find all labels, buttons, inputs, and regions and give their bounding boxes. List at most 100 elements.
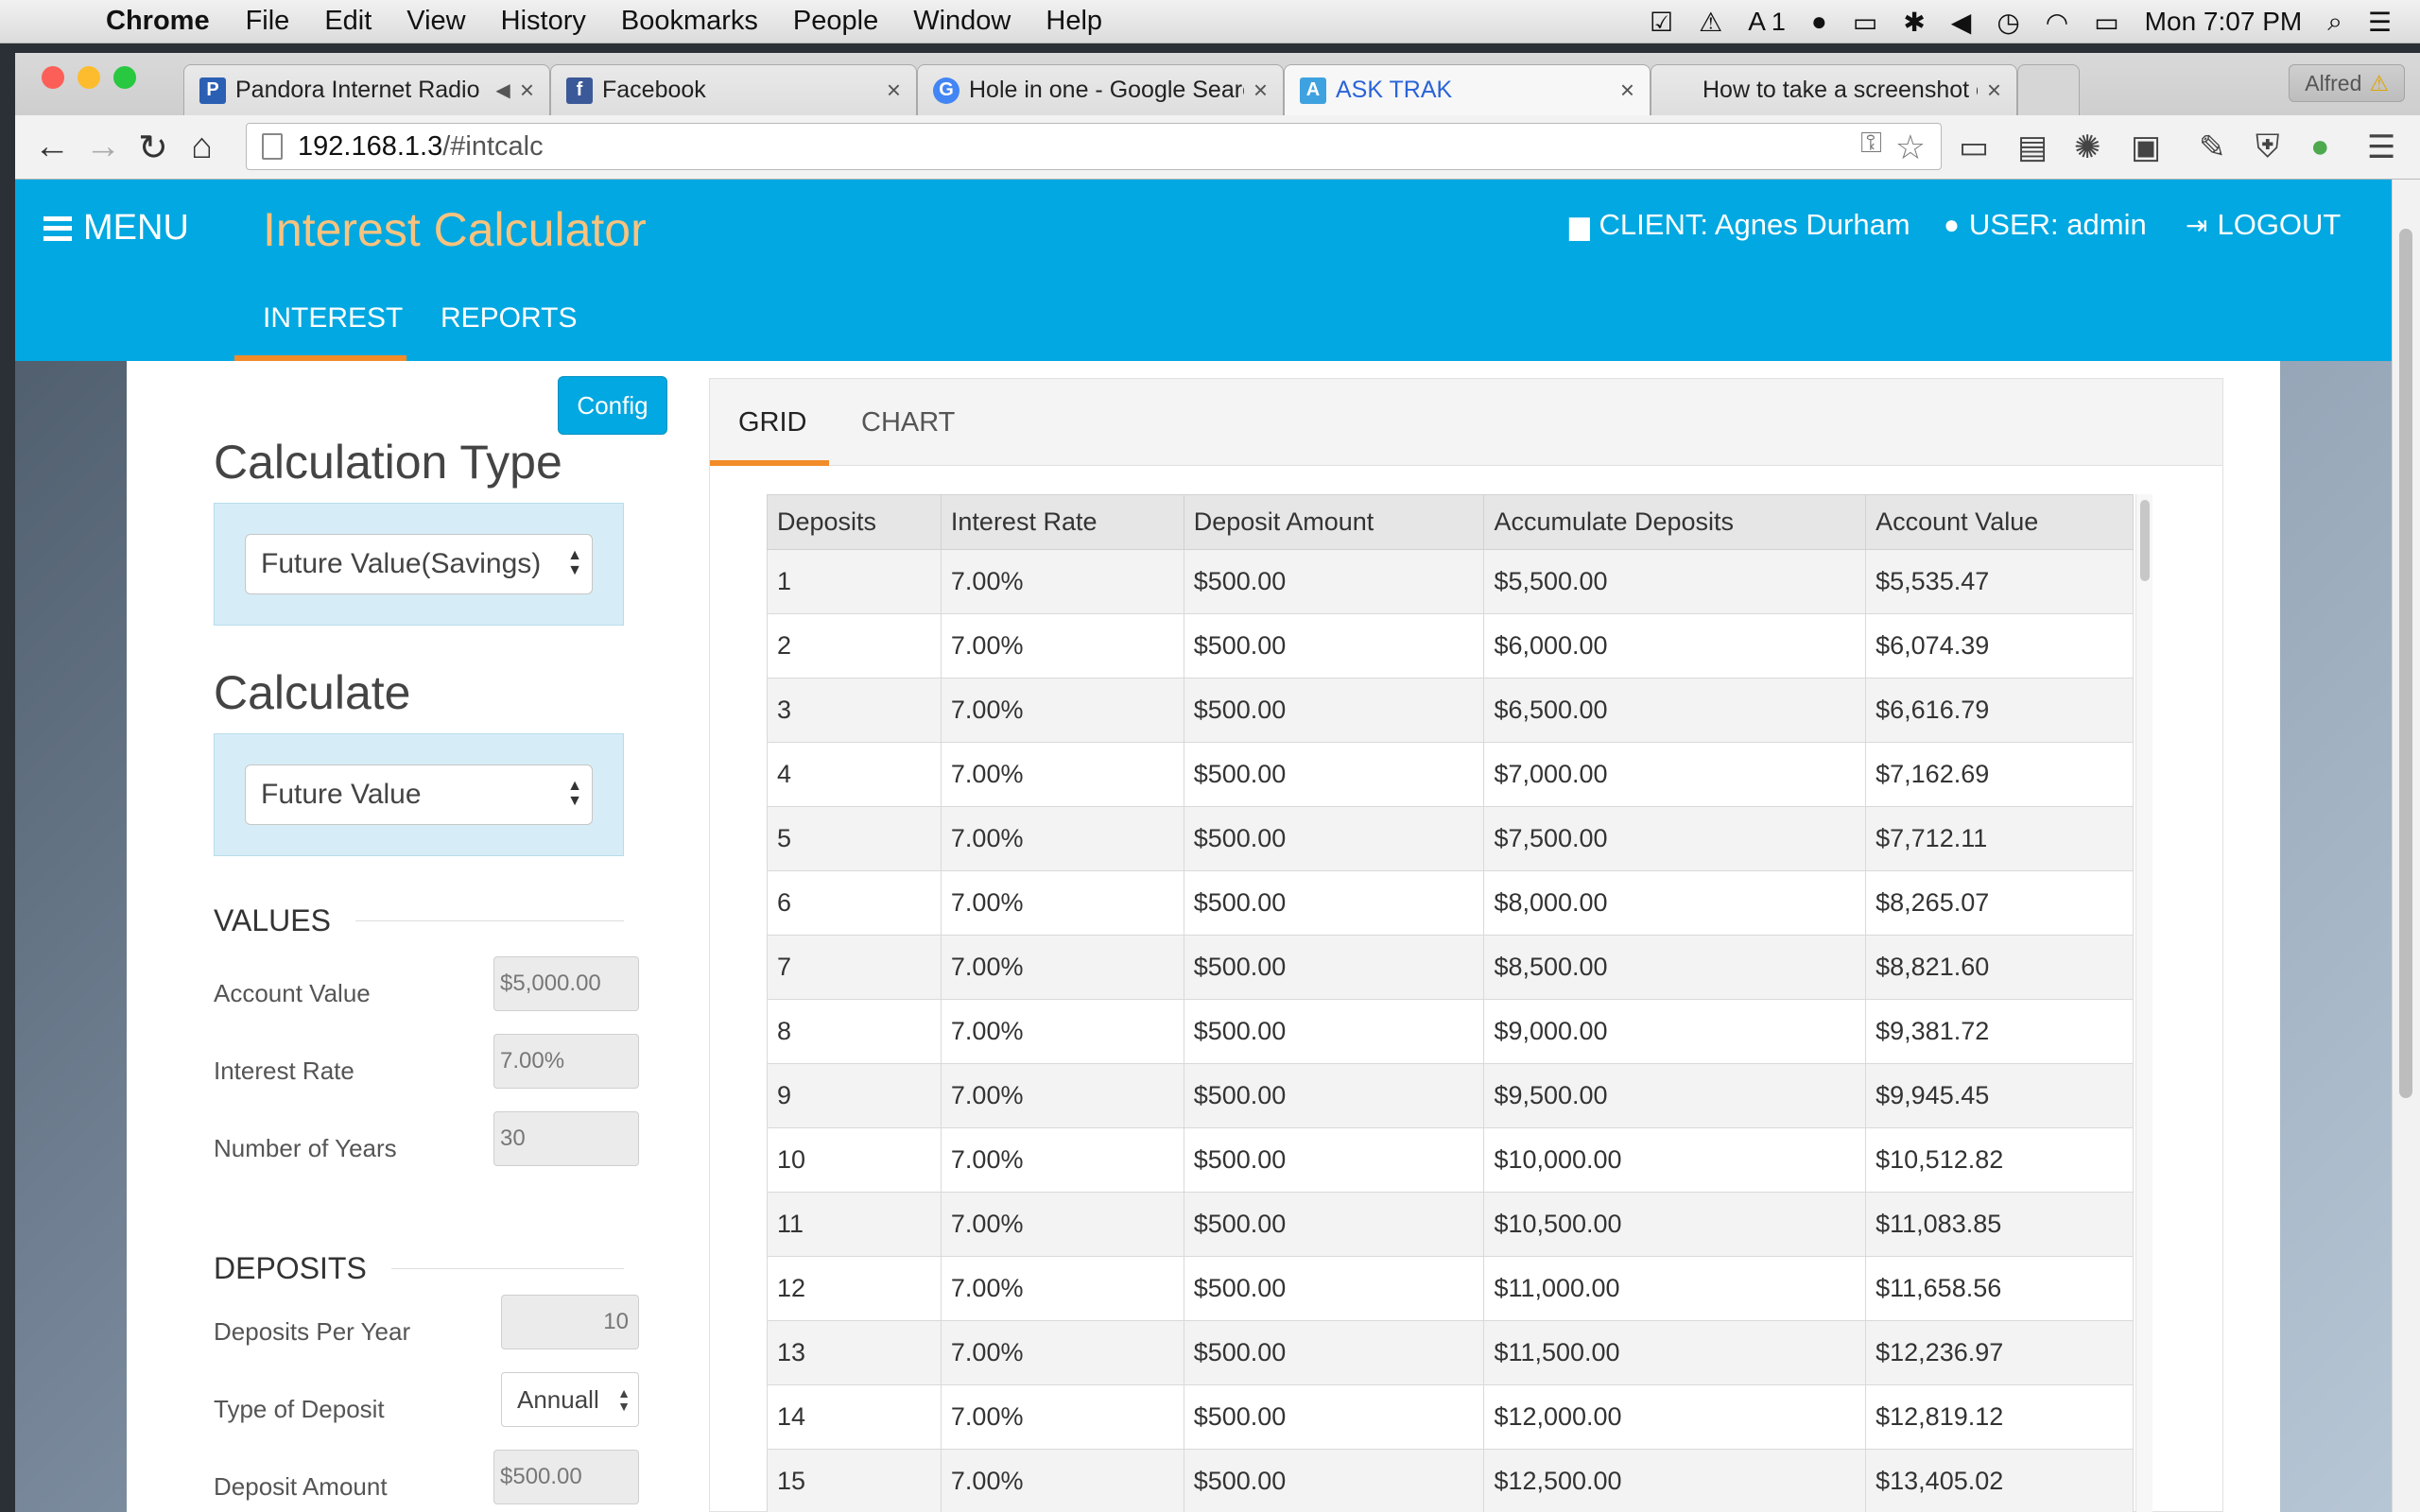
battery-icon[interactable]: ▭ (2094, 7, 2118, 38)
menubar-view[interactable]: View (406, 6, 465, 37)
calculate-select[interactable]: Future Value ▲ ▼ (245, 765, 593, 825)
table-row[interactable]: 12 7.00% $500.00 $11,000.00 $11,658.56 (767, 1256, 2134, 1321)
cast-icon[interactable]: ▭ (1959, 129, 1989, 166)
table-row[interactable]: 6 7.00% $500.00 $8,000.00 $8,265.07 (767, 870, 2134, 936)
home-icon[interactable]: ⌂ (191, 127, 213, 167)
table-row[interactable]: 14 7.00% $500.00 $12,000.00 $12,819.12 (767, 1384, 2134, 1450)
table-row[interactable]: 7 7.00% $500.00 $8,500.00 $8,821.60 (767, 935, 2134, 1000)
column-header-interest-rate[interactable]: Interest Rate (940, 494, 1184, 550)
bookmark-star-icon[interactable]: ☆ (1895, 128, 1926, 167)
grid-scrollbar-thumb[interactable] (2140, 500, 2150, 581)
table-row[interactable]: 15 7.00% $500.00 $12,500.00 $13,405.02 (767, 1449, 2134, 1512)
shield-icon[interactable]: ⛨ (2256, 129, 2280, 165)
spotlight-search-icon[interactable]: ⌕ (2327, 7, 2342, 38)
close-tab-icon[interactable]: × (1253, 76, 1268, 105)
table-row[interactable]: 4 7.00% $500.00 $7,000.00 $7,162.69 (767, 742, 2134, 807)
table-row[interactable]: 3 7.00% $500.00 $6,500.00 $6,616.79 (767, 678, 2134, 743)
extension-icon[interactable]: ▤ (2017, 129, 2048, 166)
grid-scrollbar[interactable] (2135, 494, 2152, 1512)
table-row[interactable]: 13 7.00% $500.00 $11,500.00 $12,236.97 (767, 1320, 2134, 1385)
tab-chart[interactable]: CHART (861, 407, 955, 438)
table-cell: $9,500.00 (1483, 1063, 1867, 1128)
column-header-account-value[interactable]: Account Value (1865, 494, 2134, 550)
table-row[interactable]: 9 7.00% $500.00 $9,500.00 $9,945.45 (767, 1063, 2134, 1128)
deposit-amount-field[interactable]: $500.00 (493, 1450, 639, 1504)
browser-tab-facebook[interactable]: f Facebook × (550, 64, 917, 115)
content-panel: Config Calculation Type Future Value(Sav… (127, 361, 2280, 1512)
browser-tab-google[interactable]: G Hole in one - Google Search × (917, 64, 1284, 115)
table-row[interactable]: 11 7.00% $500.00 $10,500.00 $11,083.85 (767, 1192, 2134, 1257)
close-window-button[interactable] (42, 66, 64, 89)
column-header-deposit-amount[interactable]: Deposit Amount (1183, 494, 1485, 550)
task-check-icon[interactable]: ☑ (1650, 7, 1673, 38)
close-tab-icon[interactable]: × (1987, 76, 2001, 105)
calculation-type-select[interactable]: Future Value(Savings) ▲ ▼ (245, 534, 593, 594)
key-icon[interactable]: ⚿ (1860, 128, 1882, 160)
pen-icon[interactable]: ✎ (2199, 129, 2226, 166)
new-tab-button[interactable] (2017, 64, 2080, 115)
table-row[interactable]: 5 7.00% $500.00 $7,500.00 $7,712.11 (767, 806, 2134, 871)
alfred-badge[interactable]: Alfred ⚠ (2289, 64, 2405, 102)
config-button[interactable]: Config (558, 376, 667, 435)
menubar-window[interactable]: Window (913, 6, 1011, 37)
green-dot-icon[interactable]: ● (2310, 129, 2330, 165)
interest-rate-field[interactable]: 7.00% (493, 1034, 639, 1089)
browser-tab-screenshot-howto[interactable]: How to take a screenshot on a Mac × (1651, 64, 2017, 115)
menubar-app-name[interactable]: Chrome (106, 6, 210, 37)
years-field[interactable]: 30 (493, 1111, 639, 1166)
client-link[interactable]: ▆ CLIENT: Agnes Durham (1569, 208, 1910, 242)
tab-grid[interactable]: GRID (738, 407, 807, 438)
nav-tab-interest[interactable]: INTEREST (263, 302, 403, 335)
film-reel-icon[interactable]: ✺ (2074, 129, 2101, 166)
zoom-window-button[interactable] (113, 66, 136, 89)
menubar-help[interactable]: Help (1046, 6, 1102, 37)
time-machine-icon[interactable]: ◷ (1996, 7, 2019, 38)
user-link[interactable]: ● USER: admin (1944, 208, 2147, 242)
deposits-per-year-field[interactable]: 10 (501, 1295, 639, 1349)
close-tab-icon[interactable]: × (1620, 76, 1634, 105)
page-scrollbar-thumb[interactable] (2399, 229, 2412, 1098)
menubar-history[interactable]: History (501, 6, 586, 37)
browser-tab-pandora[interactable]: P Pandora Internet Radio ◀ × (183, 64, 550, 115)
wifi-icon[interactable]: ◠ (2046, 7, 2068, 38)
minimize-window-button[interactable] (78, 66, 100, 89)
adobe-icon[interactable]: A1 (1748, 7, 1786, 37)
close-tab-icon[interactable]: × (520, 76, 534, 105)
screen-icon[interactable]: ▣ (2131, 129, 2161, 166)
back-arrow-icon[interactable]: ← (34, 127, 70, 167)
table-cell: $6,616.79 (1865, 678, 2134, 743)
table-row[interactable]: 8 7.00% $500.00 $9,000.00 $9,381.72 (767, 999, 2134, 1064)
close-tab-icon[interactable]: × (887, 76, 901, 105)
menubar-edit[interactable]: Edit (324, 6, 372, 37)
address-bar[interactable]: 192.168.1.3/#intcalc ☆ ⚿ (246, 123, 1942, 170)
forward-arrow-icon[interactable]: → (85, 127, 121, 167)
menu-button[interactable]: MENU (43, 208, 189, 249)
menubar-bookmarks[interactable]: Bookmarks (621, 6, 758, 37)
bluetooth-icon[interactable]: ✱ (1903, 7, 1925, 38)
menubar-people[interactable]: People (793, 6, 878, 37)
browser-tab-ask-trak[interactable]: A ASK TRAK × (1284, 64, 1651, 115)
table-row[interactable]: 1 7.00% $500.00 $5,500.00 $5,535.47 (767, 549, 2134, 614)
reload-icon[interactable]: ↻ (138, 127, 168, 169)
column-header-deposits[interactable]: Deposits (767, 494, 942, 550)
deposit-type-select[interactable]: Annuall ▲ ▼ (501, 1372, 639, 1427)
menubar-clock[interactable]: Mon 7:07 PM (2145, 7, 2303, 37)
page-scrollbar[interactable] (2392, 180, 2420, 1512)
warning-icon[interactable]: ⚠ (1699, 7, 1722, 38)
nav-tab-reports[interactable]: REPORTS (441, 302, 577, 335)
table-cell: $11,500.00 (1483, 1320, 1867, 1385)
column-header-accumulate-deposits[interactable]: Accumulate Deposits (1483, 494, 1867, 550)
airplay-icon[interactable]: ▭ (1853, 7, 1877, 38)
table-row[interactable]: 10 7.00% $500.00 $10,000.00 $10,512.82 (767, 1127, 2134, 1193)
menubar-file[interactable]: File (246, 6, 290, 37)
logout-link[interactable]: ⇥ LOGOUT (2186, 208, 2341, 242)
account-value-field[interactable]: $5,000.00 (493, 956, 639, 1011)
table-row[interactable]: 2 7.00% $500.00 $6,000.00 $6,074.39 (767, 613, 2134, 679)
chrome-menu-icon[interactable]: ☰ (2367, 129, 2395, 166)
chat-bubble-icon[interactable]: ● (1811, 7, 1827, 37)
hamburger-icon (43, 215, 72, 241)
volume-icon[interactable]: ◀ (1951, 7, 1972, 38)
table-cell: 14 (767, 1384, 942, 1450)
mute-icon[interactable]: ◀ (495, 78, 510, 102)
notification-center-icon[interactable]: ☰ (2368, 7, 2392, 38)
